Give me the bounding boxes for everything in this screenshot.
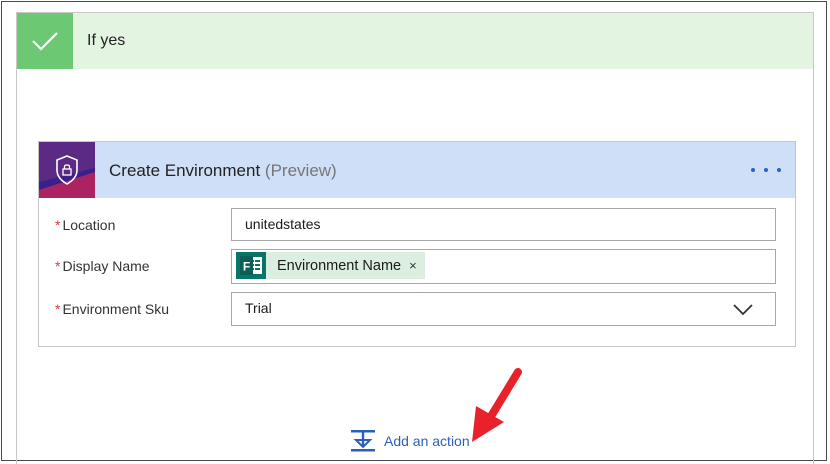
card-title-text: Create Environment bbox=[109, 161, 261, 180]
environment-sku-dropdown[interactable]: Trial bbox=[231, 292, 776, 326]
microsoft-forms-icon: F bbox=[236, 252, 266, 279]
card-header[interactable]: Create Environment (Preview) bbox=[39, 142, 795, 198]
display-name-row: * Display Name F Environment Name × bbox=[39, 249, 795, 284]
ellipsis-icon[interactable] bbox=[751, 162, 781, 178]
if-yes-branch: If yes Create Environment (Preview) * Lo… bbox=[16, 12, 814, 464]
location-value: unitedstates bbox=[245, 216, 321, 232]
location-input[interactable]: unitedstates bbox=[231, 208, 776, 241]
token-label: Environment Name bbox=[277, 257, 402, 274]
location-label-text: Location bbox=[62, 217, 116, 233]
location-row: * Location unitedstates bbox=[39, 208, 795, 242]
environment-sku-label: * Environment Sku bbox=[55, 292, 169, 326]
environment-sku-label-text: Environment Sku bbox=[62, 301, 170, 317]
environment-name-token[interactable]: F Environment Name × bbox=[236, 252, 425, 279]
display-name-label: * Display Name bbox=[55, 249, 150, 283]
if-yes-title: If yes bbox=[87, 32, 126, 49]
add-action-label: Add an action bbox=[384, 433, 470, 449]
add-action-button[interactable]: Add an action bbox=[350, 426, 470, 456]
environment-sku-row: * Environment Sku Trial bbox=[39, 292, 795, 326]
display-name-input[interactable]: F Environment Name × bbox=[231, 249, 776, 284]
required-marker: * bbox=[55, 217, 61, 233]
red-arrow-icon bbox=[472, 368, 522, 442]
shield-lock-icon bbox=[39, 142, 95, 198]
location-label: * Location bbox=[55, 208, 115, 242]
chevron-down-icon[interactable] bbox=[733, 302, 753, 316]
add-action-icon bbox=[351, 430, 375, 452]
card-title: Create Environment (Preview) bbox=[109, 142, 337, 198]
svg-text:F: F bbox=[243, 260, 250, 274]
flow-canvas: If yes Create Environment (Preview) * Lo… bbox=[1, 1, 827, 464]
checkmark-icon bbox=[17, 13, 73, 69]
required-marker: * bbox=[55, 301, 61, 317]
environment-sku-value: Trial bbox=[245, 300, 272, 316]
token-remove-button[interactable]: × bbox=[409, 258, 417, 273]
create-environment-card: Create Environment (Preview) * Location u… bbox=[38, 141, 796, 347]
required-marker: * bbox=[55, 258, 61, 274]
card-title-suffix: (Preview) bbox=[264, 161, 337, 180]
if-yes-header[interactable]: If yes bbox=[17, 13, 813, 69]
display-name-label-text: Display Name bbox=[62, 258, 150, 274]
